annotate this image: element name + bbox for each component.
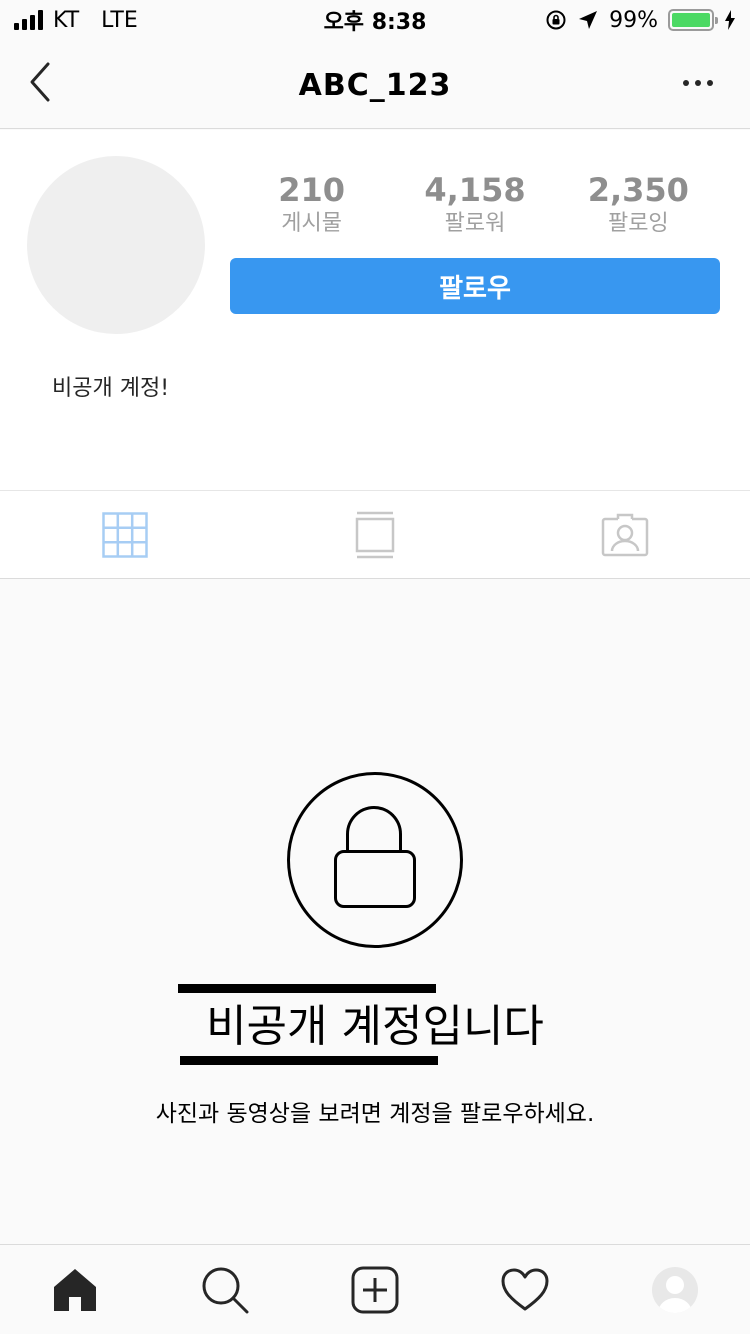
charging-bolt-icon bbox=[725, 10, 735, 30]
tab-grid[interactable] bbox=[0, 491, 250, 578]
profile-stats: 210 게시물 4,158 팔로워 2,350 팔로잉 bbox=[230, 170, 720, 238]
profile-avatar-icon bbox=[652, 1266, 698, 1313]
stat-label: 팔로잉 bbox=[607, 211, 669, 236]
bottom-tab-add[interactable] bbox=[300, 1245, 450, 1334]
location-arrow-icon bbox=[579, 11, 598, 29]
home-icon bbox=[54, 1268, 96, 1311]
profile-username: ABC_123 bbox=[298, 68, 452, 103]
signal-strength-icon bbox=[14, 10, 43, 30]
profile-bio: 비공개 계정! bbox=[52, 376, 170, 401]
more-options-icon[interactable] bbox=[682, 78, 714, 88]
battery-icon bbox=[668, 9, 718, 31]
profile-tabs bbox=[0, 490, 750, 579]
profile-header: 210 게시물 4,158 팔로워 2,350 팔로잉 팔로우 비공개 계정! bbox=[0, 130, 750, 490]
tagged-icon bbox=[601, 513, 649, 556]
redaction-bar-bottom bbox=[180, 1056, 438, 1065]
redaction-bar-top bbox=[178, 984, 436, 993]
bottom-tab-bar bbox=[0, 1244, 750, 1334]
search-icon bbox=[202, 1267, 249, 1313]
heart-icon bbox=[501, 1268, 549, 1310]
battery-percentage: 99% bbox=[609, 7, 658, 33]
add-post-icon bbox=[351, 1266, 399, 1313]
feed-icon bbox=[355, 511, 395, 558]
stat-value: 4,158 bbox=[424, 171, 526, 209]
grid-icon bbox=[102, 511, 148, 558]
status-bar: KT LTE 오후 8:38 99% bbox=[0, 0, 750, 40]
stat-value: 210 bbox=[278, 171, 346, 209]
lock-body bbox=[334, 850, 416, 908]
bottom-tab-activity[interactable] bbox=[450, 1245, 600, 1334]
follow-button[interactable]: 팔로우 bbox=[230, 258, 720, 314]
tab-feed[interactable] bbox=[250, 491, 500, 578]
navigation-bar: ABC_123 bbox=[0, 40, 750, 129]
network-type: LTE bbox=[101, 7, 138, 33]
bottom-tab-profile[interactable] bbox=[600, 1245, 750, 1334]
profile-avatar bbox=[27, 156, 205, 334]
stat-following[interactable]: 2,350 팔로잉 bbox=[557, 170, 720, 238]
stat-label: 게시물 bbox=[281, 211, 343, 236]
carrier-name: KT bbox=[53, 7, 80, 33]
stat-label: 팔로워 bbox=[444, 211, 506, 236]
stat-value: 2,350 bbox=[587, 171, 689, 209]
stat-posts: 210 게시물 bbox=[230, 170, 393, 238]
stat-followers[interactable]: 4,158 팔로워 bbox=[393, 170, 556, 238]
private-account-title: 비공개 계정입니다 bbox=[206, 1001, 544, 1052]
tab-tagged[interactable] bbox=[500, 491, 750, 578]
rotation-lock-icon bbox=[546, 10, 566, 30]
bottom-tab-home[interactable] bbox=[0, 1245, 150, 1334]
private-account-subtitle: 사진과 동영상을 보려면 계정을 팔로우하세요. bbox=[155, 1101, 595, 1127]
bottom-tab-search[interactable] bbox=[150, 1245, 300, 1334]
private-account-section: 비공개 계정입니다 사진과 동영상을 보려면 계정을 팔로우하세요. bbox=[0, 580, 750, 1244]
